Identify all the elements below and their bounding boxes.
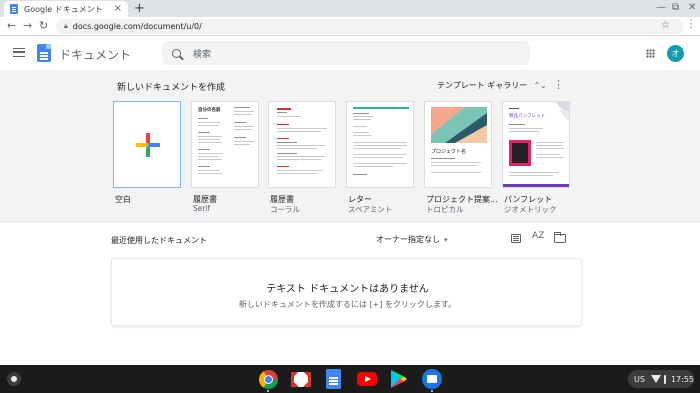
tab-close-icon[interactable]: × (114, 3, 122, 15)
status-tray[interactable]: US 17:55 (628, 370, 694, 388)
launcher-icon[interactable] (7, 372, 21, 386)
list-view-icon[interactable] (511, 234, 521, 243)
browser-tab[interactable]: Google ドキュメント × (4, 1, 128, 17)
files-app-icon[interactable] (421, 368, 443, 392)
play-store-icon (391, 370, 407, 388)
template-resume-serif[interactable]: 自分の名前 (191, 101, 259, 188)
back-icon[interactable]: ← (7, 19, 16, 33)
browser-tab-strip: Google ドキュメント × + — ⧉ ✕ (0, 0, 700, 17)
input-locale: US (634, 374, 645, 384)
os-shelf: US 17:55 (0, 365, 700, 393)
files-icon (422, 369, 442, 389)
recent-documents-heading: 最近使用したドキュメント (111, 236, 207, 245)
template-resume-coral[interactable] (268, 101, 336, 188)
template-gallery-button[interactable]: テンプレート ギャラリー ⌃⌄ (437, 80, 547, 91)
tab-title: Google ドキュメント (24, 4, 103, 14)
reload-icon[interactable]: ↻ (39, 19, 48, 33)
template-brochure-geometric[interactable]: 製品パンフレット (502, 101, 570, 188)
search-input[interactable]: 検索 (162, 41, 530, 65)
template-subtitle: ジオメトリック (504, 205, 557, 214)
plus-icon-horizontal (136, 143, 160, 147)
template-subtitle: トロピカル (426, 205, 464, 214)
docs-logo-icon[interactable] (37, 44, 51, 62)
template-blank[interactable] (113, 101, 181, 188)
maximize-icon[interactable]: ⧉ (672, 1, 679, 15)
google-apps-icon[interactable] (646, 49, 655, 58)
youtube-app-icon[interactable] (356, 368, 378, 390)
window-close-icon[interactable]: ✕ (688, 1, 696, 15)
youtube-icon (357, 372, 377, 386)
browser-toolbar: ← → ↻ 🔒︎ docs.google.com/document/u/0/ ☆… (0, 17, 700, 36)
sort-az-icon[interactable]: AZ (532, 231, 544, 241)
folder-picker-icon[interactable] (554, 232, 566, 243)
empty-state-card: テキスト ドキュメントはありません 新しいドキュメントを作成するには [+] を… (111, 258, 582, 326)
unfold-icon: ⌃⌄ (533, 81, 547, 90)
tropical-graphic (431, 107, 487, 143)
owner-filter-label: オーナー指定なし (376, 235, 440, 244)
thumb-title: 自分の名前 (198, 108, 221, 113)
search-placeholder: 検索 (193, 49, 212, 60)
play-store-app-icon[interactable] (388, 368, 410, 390)
template-letter-spearmint[interactable] (346, 101, 414, 188)
template-project-tropical[interactable]: プロジェクト名 (424, 101, 492, 188)
gmail-app-icon[interactable] (290, 368, 312, 390)
gmail-icon (291, 371, 311, 387)
empty-state-title: テキスト ドキュメントはありません (266, 284, 429, 295)
browser-menu-icon[interactable]: ⋮ (686, 19, 696, 30)
template-panel: 新しいドキュメントを作成 テンプレート ギャラリー ⌃⌄ ⋮ 空白 自分の名前 (0, 70, 700, 223)
new-tab-button[interactable]: + (134, 1, 145, 16)
running-indicator (431, 390, 433, 392)
forward-icon[interactable]: → (23, 19, 32, 33)
main-menu-icon[interactable] (13, 48, 25, 57)
battery-icon (663, 374, 666, 384)
docs-favicon-icon (10, 4, 18, 14)
avatar[interactable]: オ (667, 45, 684, 62)
empty-state-subtitle: 新しいドキュメントを作成するには [+] をクリックします。 (238, 300, 457, 309)
clock: 17:55 (670, 374, 694, 384)
running-indicator (267, 390, 269, 392)
template-name: 空白 (115, 195, 131, 204)
docs-app-icon[interactable] (322, 368, 344, 390)
template-heading: 新しいドキュメントを作成 (117, 83, 226, 93)
lock-icon: 🔒︎ (64, 22, 68, 30)
owner-filter-dropdown[interactable]: オーナー指定なし ▾ (376, 234, 448, 245)
thumb-title: 製品パンフレット (509, 114, 546, 119)
template-gallery-label: テンプレート ギャラリー (437, 81, 528, 90)
chrome-app-icon[interactable] (257, 368, 279, 392)
dropdown-arrow-icon: ▾ (444, 236, 448, 244)
docs-header: ドキュメント 検索 オ (0, 36, 700, 70)
bookmark-star-icon[interactable]: ☆ (661, 20, 670, 31)
template-subtitle: スペアミント (348, 205, 393, 214)
thumb-title: プロジェクト名 (431, 149, 467, 155)
minimize-icon[interactable]: — (656, 1, 666, 15)
docs-icon (325, 369, 341, 389)
wifi-icon (650, 375, 661, 383)
chrome-icon (258, 369, 278, 389)
url-text: docs.google.com/document/u/0/ (72, 22, 202, 31)
template-subtitle: Serif (193, 204, 211, 213)
search-icon (172, 48, 181, 58)
address-bar[interactable]: 🔒︎ docs.google.com/document/u/0/ ☆ (56, 19, 684, 34)
app-title[interactable]: ドキュメント (59, 46, 131, 63)
template-more-icon[interactable]: ⋮ (553, 78, 564, 91)
template-subtitle: コーラル (270, 205, 300, 214)
